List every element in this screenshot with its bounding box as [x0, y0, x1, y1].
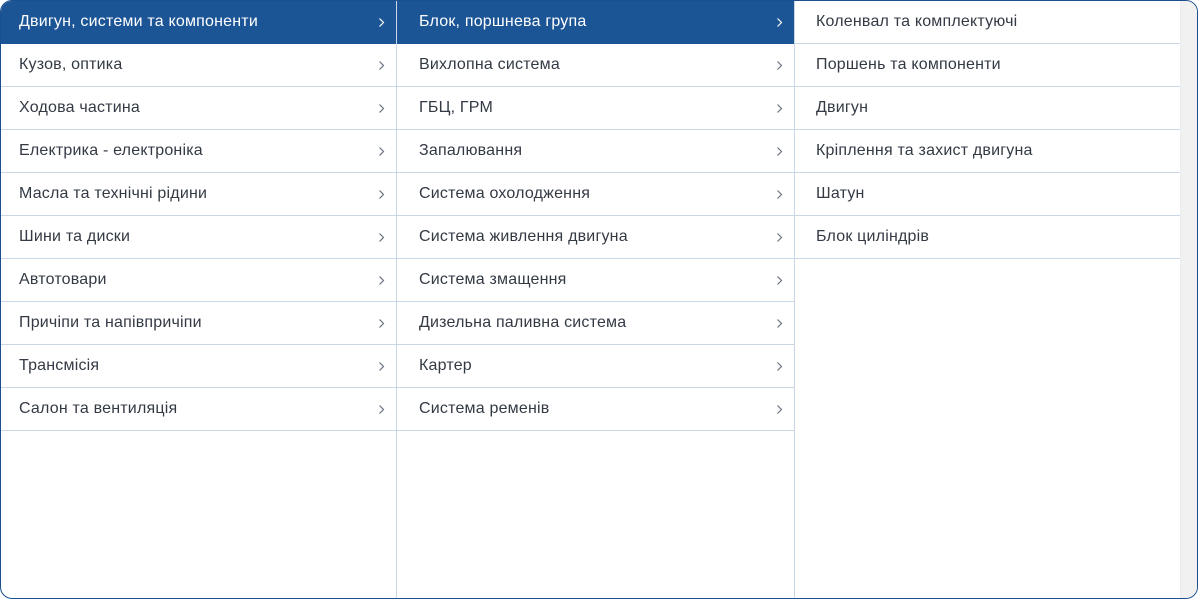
chevron-right-icon: [376, 16, 386, 28]
part-item[interactable]: Шатун: [795, 173, 1180, 216]
chevron-right-icon: [376, 317, 386, 329]
subcategory-item[interactable]: Картер: [397, 345, 794, 388]
category-item[interactable]: Двигун, системи та компоненти: [1, 1, 396, 44]
category-item[interactable]: Ходова частина: [1, 87, 396, 130]
category-menu: Двигун, системи та компоненти Кузов, опти…: [0, 0, 1198, 599]
chevron-right-icon: [376, 59, 386, 71]
category-item[interactable]: Масла та технічні рідини: [1, 173, 396, 216]
category-item-label: Ходова частина: [19, 99, 140, 116]
subcategory-item[interactable]: Вихлопна система: [397, 44, 794, 87]
category-column: Двигун, системи та компоненти Кузов, опти…: [1, 1, 397, 598]
chevron-right-icon: [376, 274, 386, 286]
category-item[interactable]: Шини та диски: [1, 216, 396, 259]
chevron-right-icon: [774, 403, 784, 415]
chevron-right-icon: [774, 16, 784, 28]
category-item[interactable]: Причіпи та напівпричіпи: [1, 302, 396, 345]
category-item-label: Двигун, системи та компоненти: [19, 13, 258, 30]
subcategory-item[interactable]: Система охолодження: [397, 173, 794, 216]
chevron-right-icon: [774, 317, 784, 329]
subcategory-item-label: Блок, поршнева група: [419, 13, 587, 30]
subcategory-item[interactable]: ГБЦ, ГРМ: [397, 87, 794, 130]
subcategory-item-label: Запалювання: [419, 142, 523, 159]
subcategory-item[interactable]: Дизельна паливна система: [397, 302, 794, 345]
chevron-right-icon: [774, 145, 784, 157]
chevron-right-icon: [376, 102, 386, 114]
chevron-right-icon: [376, 145, 386, 157]
part-item-label: Поршень та компоненти: [816, 56, 1001, 73]
category-item[interactable]: Кузов, оптика: [1, 44, 396, 87]
subcategory-item-label: Система ременів: [419, 400, 550, 417]
category-item-label: Трансмісія: [19, 357, 100, 374]
subcategory-item[interactable]: Система живлення двигуна: [397, 216, 794, 259]
part-item[interactable]: Кріплення та захист двигуна: [795, 130, 1180, 173]
subcategory-item-label: Система охолодження: [419, 185, 591, 202]
part-item[interactable]: Поршень та компоненти: [795, 44, 1180, 87]
subcategory-column: Блок, поршнева група Вихлопна система ГБЦ,…: [397, 1, 795, 598]
subcategory-item[interactable]: Блок, поршнева група: [397, 1, 794, 44]
category-item-label: Електрика - електроніка: [19, 142, 203, 159]
chevron-right-icon: [774, 274, 784, 286]
subcategory-item-label: ГБЦ, ГРМ: [419, 99, 493, 116]
chevron-right-icon: [774, 188, 784, 200]
part-item[interactable]: Коленвал та комплектуючі: [795, 1, 1180, 44]
subcategory-item[interactable]: Система змащення: [397, 259, 794, 302]
part-item[interactable]: Блок циліндрів: [795, 216, 1180, 259]
part-item-label: Двигун: [816, 99, 869, 116]
subcategory-item-label: Система змащення: [419, 271, 567, 288]
category-item[interactable]: Трансмісія: [1, 345, 396, 388]
category-item-label: Салон та вентиляція: [19, 400, 178, 417]
subcategory-item[interactable]: Система ременів: [397, 388, 794, 431]
chevron-right-icon: [376, 188, 386, 200]
subcategory-item-label: Дизельна паливна система: [419, 314, 627, 331]
category-item-label: Причіпи та напівпричіпи: [19, 314, 202, 331]
item-column: Коленвал та комплектуючі Поршень та компо…: [795, 1, 1180, 598]
category-item[interactable]: Автотовари: [1, 259, 396, 302]
chevron-right-icon: [774, 102, 784, 114]
subcategory-item[interactable]: Запалювання: [397, 130, 794, 173]
chevron-right-icon: [376, 360, 386, 372]
category-item-label: Автотовари: [19, 271, 107, 288]
category-item-label: Кузов, оптика: [19, 56, 123, 73]
part-item-label: Коленвал та комплектуючі: [816, 13, 1018, 30]
chevron-right-icon: [376, 231, 386, 243]
part-item-label: Шатун: [816, 185, 865, 202]
chevron-right-icon: [774, 59, 784, 71]
part-item-label: Кріплення та захист двигуна: [816, 142, 1033, 159]
subcategory-item-label: Система живлення двигуна: [419, 228, 628, 245]
part-item[interactable]: Двигун: [795, 87, 1180, 130]
category-item[interactable]: Салон та вентиляція: [1, 388, 396, 431]
scrollbar-track[interactable]: [1180, 1, 1197, 598]
chevron-right-icon: [774, 231, 784, 243]
category-item-label: Шини та диски: [19, 228, 131, 245]
subcategory-item-label: Вихлопна система: [419, 56, 560, 73]
subcategory-item-label: Картер: [419, 357, 472, 374]
category-item[interactable]: Електрика - електроніка: [1, 130, 396, 173]
chevron-right-icon: [376, 403, 386, 415]
part-item-label: Блок циліндрів: [816, 228, 930, 245]
category-item-label: Масла та технічні рідини: [19, 185, 208, 202]
chevron-right-icon: [774, 360, 784, 372]
